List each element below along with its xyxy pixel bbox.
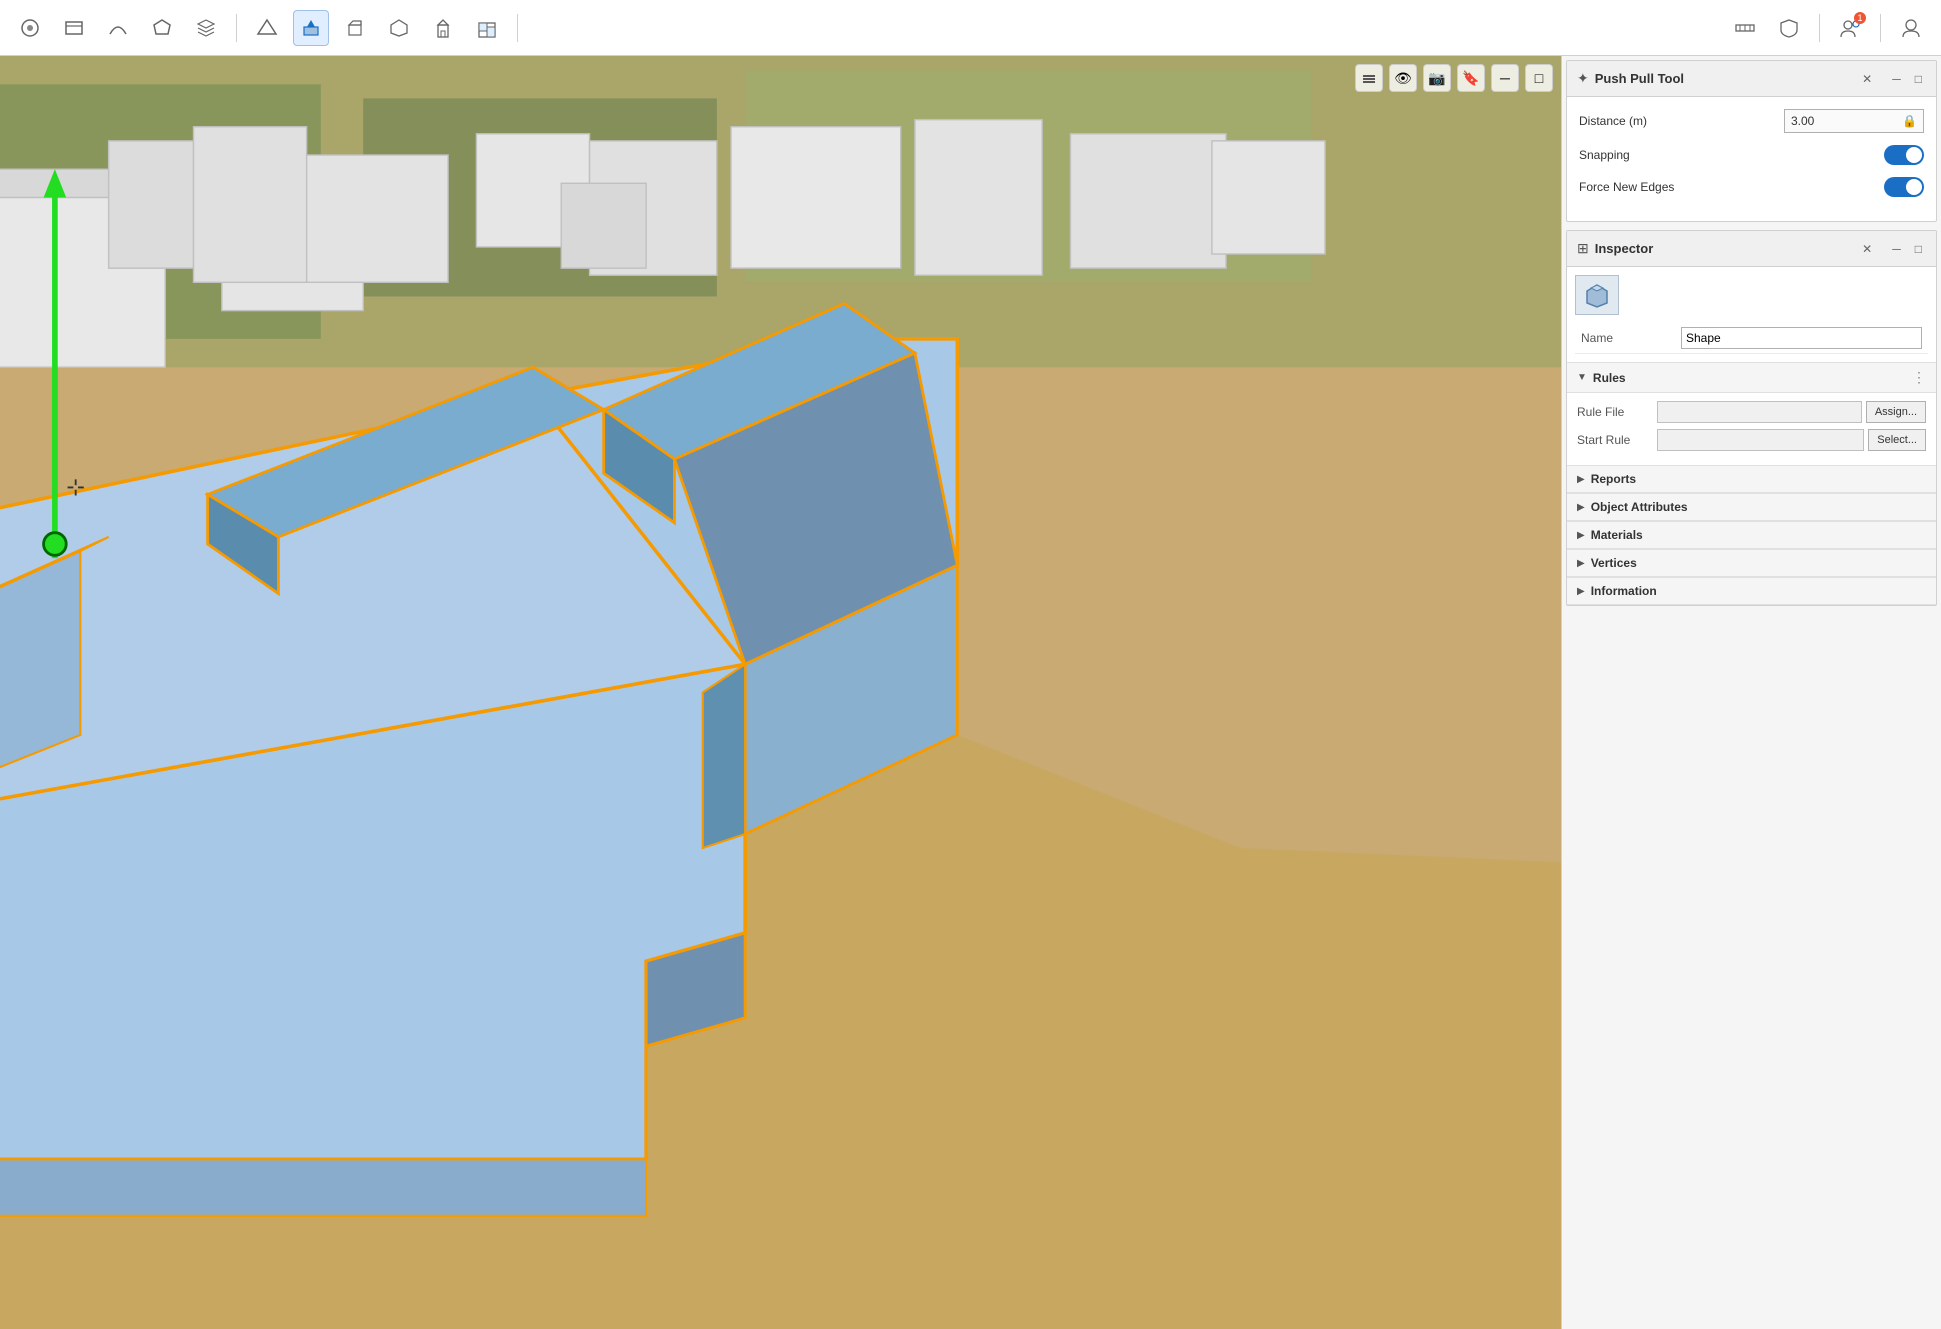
reports-section-title: Reports	[1591, 472, 1926, 486]
snapping-label: Snapping	[1579, 148, 1884, 162]
push-pull-content: Distance (m) 3.00 🔒 Snapping Force New E…	[1567, 97, 1936, 221]
push-pull-minimize[interactable]: ─	[1888, 70, 1905, 88]
viewport-maximize-icon[interactable]: □	[1525, 64, 1553, 92]
rules-menu-icon[interactable]: ⋮	[1912, 369, 1926, 386]
force-edges-label: Force New Edges	[1579, 180, 1884, 194]
push-pull-panel: ✦ Push Pull Tool ✕ ─ □ Distance (m) 3.00…	[1566, 60, 1937, 222]
sep3	[1819, 14, 1820, 42]
viewport-minimize-icon[interactable]: ─	[1491, 64, 1519, 92]
inspector-maximize[interactable]: □	[1911, 240, 1926, 258]
main-area: ⊹ 👁 📷 🔖 ─ □ ✦ Push Pul	[0, 56, 1941, 1329]
name-row: Name	[1575, 323, 1928, 354]
rules-section-header[interactable]: ▼ Rules ⋮	[1567, 362, 1936, 393]
tool-select[interactable]	[12, 10, 48, 46]
inspector-controls: ✕ ─ □	[1858, 240, 1926, 258]
information-section-title: Information	[1591, 584, 1926, 598]
rule-file-label: Rule File	[1577, 405, 1657, 419]
tool-extrude[interactable]	[337, 10, 373, 46]
push-pull-maximize[interactable]: □	[1911, 70, 1926, 88]
information-section-header[interactable]: ▶ Information	[1567, 577, 1936, 605]
tool-building1[interactable]	[425, 10, 461, 46]
tool-shield[interactable]	[1771, 10, 1807, 46]
push-pull-titlebar: ✦ Push Pull Tool ✕ ─ □	[1567, 61, 1936, 97]
push-pull-close[interactable]: ✕	[1858, 70, 1876, 88]
inspector-minimize[interactable]: ─	[1888, 240, 1905, 258]
vertices-section-title: Vertices	[1591, 556, 1926, 570]
push-pull-title: Push Pull Tool	[1595, 71, 1858, 86]
distance-value: 3.00	[1791, 114, 1814, 128]
start-rule-field	[1657, 429, 1864, 451]
object-attributes-chevron: ▶	[1577, 502, 1585, 513]
name-input[interactable]	[1681, 327, 1922, 349]
vertices-section-header[interactable]: ▶ Vertices	[1567, 549, 1936, 577]
assign-button[interactable]: Assign...	[1866, 401, 1926, 423]
name-label: Name	[1575, 323, 1675, 354]
force-edges-row: Force New Edges	[1579, 177, 1924, 197]
svg-text:⊹: ⊹	[66, 474, 85, 499]
inspector-title: Inspector	[1595, 241, 1858, 256]
tool-layers[interactable]	[188, 10, 224, 46]
force-edges-toggle[interactable]	[1884, 177, 1924, 197]
inspector-titlebar: ⊞ Inspector ✕ ─ □	[1567, 231, 1936, 267]
viewport-controls: 👁 📷 🔖 ─ □	[1355, 64, 1553, 92]
viewport-bookmark-icon[interactable]: 🔖	[1457, 64, 1485, 92]
viewport-3d[interactable]: ⊹ 👁 📷 🔖 ─ □	[0, 56, 1561, 1329]
rules-section-title: Rules	[1593, 371, 1912, 385]
inspector-close[interactable]: ✕	[1858, 240, 1876, 258]
snapping-row: Snapping	[1579, 145, 1924, 165]
materials-section-title: Materials	[1591, 528, 1926, 542]
tool-shape2[interactable]	[381, 10, 417, 46]
inspector-panel-icon: ⊞	[1577, 240, 1589, 257]
vertices-chevron: ▶	[1577, 558, 1585, 569]
tool-measure-right[interactable]	[1727, 10, 1763, 46]
viewport-camera-icon[interactable]: 📷	[1423, 64, 1451, 92]
tool-vertex[interactable]	[249, 10, 285, 46]
tool-pushpull[interactable]	[293, 10, 329, 46]
object-attributes-section-title: Object Attributes	[1591, 500, 1926, 514]
viewport-eye-icon[interactable]: 👁	[1389, 64, 1417, 92]
inspector-content: Name	[1567, 267, 1936, 362]
tool-user-profile[interactable]	[1893, 10, 1929, 46]
information-chevron: ▶	[1577, 586, 1585, 597]
tool-curve[interactable]	[100, 10, 136, 46]
distance-row: Distance (m) 3.00 🔒	[1579, 109, 1924, 133]
shape-icon-box	[1575, 275, 1619, 315]
reports-section-header[interactable]: ▶ Reports	[1567, 465, 1936, 493]
inspector-panel: ⊞ Inspector ✕ ─ □	[1566, 230, 1937, 606]
distance-label: Distance (m)	[1579, 114, 1784, 128]
rule-file-field	[1657, 401, 1862, 423]
tool-building2[interactable]	[469, 10, 505, 46]
materials-chevron: ▶	[1577, 530, 1585, 541]
top-toolbar: 1	[0, 0, 1941, 56]
snapping-toggle[interactable]	[1884, 145, 1924, 165]
push-pull-panel-icon: ✦	[1577, 70, 1589, 87]
lock-icon: 🔒	[1902, 114, 1917, 128]
tool-polygon[interactable]	[144, 10, 180, 46]
object-attributes-section-header[interactable]: ▶ Object Attributes	[1567, 493, 1936, 521]
distance-input[interactable]: 3.00 🔒	[1784, 109, 1924, 133]
sep4	[1880, 14, 1881, 42]
scene-svg: ⊹	[0, 56, 1561, 1329]
materials-section-header[interactable]: ▶ Materials	[1567, 521, 1936, 549]
tool-box[interactable]	[56, 10, 92, 46]
inspector-name-table: Name	[1575, 323, 1928, 354]
start-rule-row: Start Rule Select...	[1577, 429, 1926, 451]
push-pull-controls: ✕ ─ □	[1858, 70, 1926, 88]
reports-chevron: ▶	[1577, 474, 1585, 485]
right-panel: ✦ Push Pull Tool ✕ ─ □ Distance (m) 3.00…	[1561, 56, 1941, 1329]
rules-content: Rule File Assign... Start Rule Select...	[1567, 393, 1936, 465]
rules-chevron: ▼	[1577, 372, 1587, 383]
sep1	[236, 14, 237, 42]
rule-file-row: Rule File Assign...	[1577, 401, 1926, 423]
select-button[interactable]: Select...	[1868, 429, 1926, 451]
viewport-layers-icon[interactable]	[1355, 64, 1383, 92]
tool-users[interactable]: 1	[1832, 10, 1868, 46]
sep2	[517, 14, 518, 42]
inspector-icon-area	[1575, 275, 1928, 315]
start-rule-label: Start Rule	[1577, 433, 1657, 447]
